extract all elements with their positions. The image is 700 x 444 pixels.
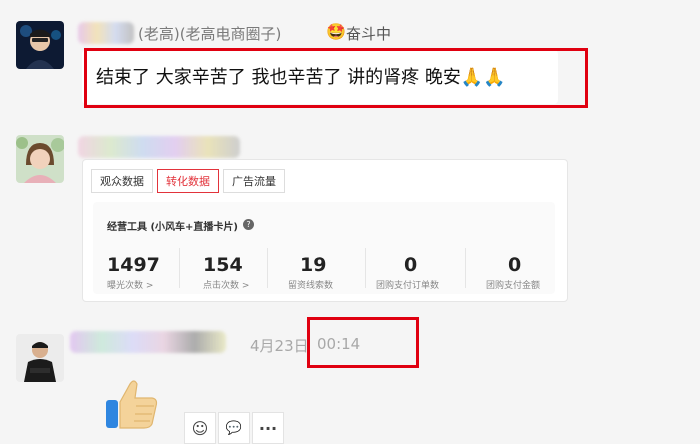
stat-item: 19 留资线索数: [288, 254, 333, 291]
stat-item: 154 点击次数 >: [203, 254, 249, 291]
stat-item: 0 团购支付订单数: [376, 254, 439, 291]
message-actions: ☺ 💬 ···: [184, 412, 284, 444]
stat-label: 团购支付订单数: [376, 281, 440, 291]
add-emoji-button[interactable]: ☺: [184, 412, 216, 444]
quote-icon: 💬: [225, 420, 243, 436]
sender-name-redacted: [78, 136, 240, 158]
stat-value: 0: [508, 254, 522, 276]
stat-item: 1497 曝光次数 >: [107, 254, 160, 291]
thumbs-up-emoji: [106, 380, 158, 429]
section-title: 经营工具 (小风车+直播卡片): [107, 222, 239, 233]
more-button[interactable]: ···: [252, 412, 284, 444]
highlight-box: [84, 48, 588, 108]
stat-label[interactable]: 曝光次数 >: [107, 278, 160, 291]
avatar-image: [16, 334, 64, 382]
avatar-image: [16, 135, 64, 183]
sender-name-redacted: [70, 331, 226, 353]
divider: [179, 248, 180, 288]
quote-button[interactable]: 💬: [218, 412, 250, 444]
help-icon[interactable]: ?: [243, 219, 254, 230]
avatar[interactable]: [16, 21, 64, 69]
avatar[interactable]: [16, 334, 64, 382]
add-emoji-icon: ☺: [191, 418, 209, 438]
status-text: 奋斗中: [346, 25, 392, 43]
tab-conversion[interactable]: 转化数据: [157, 169, 219, 193]
stat-label: 留资线索数: [288, 281, 334, 291]
more-icon: ···: [258, 418, 278, 438]
sender-name-redacted: [78, 22, 134, 44]
stat-value: 154: [203, 254, 243, 276]
tab-ad-traffic[interactable]: 广告流量: [223, 169, 285, 193]
stat-value: 0: [404, 254, 418, 276]
avatar-image: [16, 21, 64, 69]
tab-audience[interactable]: 观众数据: [91, 169, 153, 193]
sender-name: (老高)(老高电商圈子): [138, 25, 282, 43]
thumbs-up-icon: [104, 376, 160, 432]
message-date: 4月23日: [250, 337, 309, 355]
avatar[interactable]: [16, 135, 64, 183]
divider: [267, 248, 268, 288]
highlight-box: [307, 317, 419, 368]
divider: [365, 248, 366, 288]
stat-value: 19: [300, 254, 327, 276]
stat-item: 0 团购支付金额: [486, 254, 540, 291]
data-card[interactable]: 观众数据 转化数据 广告流量 经营工具 (小风车+直播卡片) ? 1497 曝光…: [82, 159, 568, 302]
card-tabs: 观众数据 转化数据 广告流量: [91, 169, 285, 193]
stat-label: 团购支付金额: [486, 281, 541, 291]
status-emoji: 🤩: [326, 22, 346, 41]
divider: [465, 248, 466, 288]
stat-label[interactable]: 点击次数 >: [203, 278, 249, 291]
stat-value: 1497: [107, 254, 160, 276]
